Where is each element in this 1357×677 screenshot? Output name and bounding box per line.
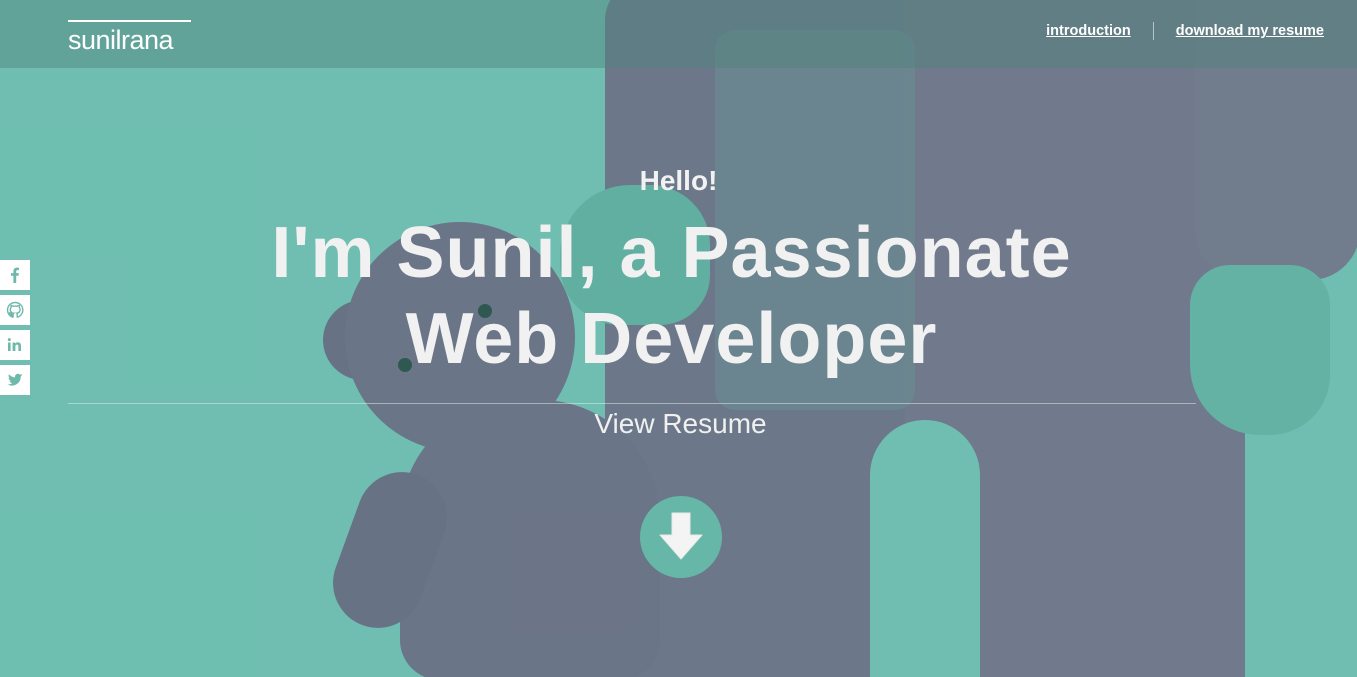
social-links: [0, 260, 30, 400]
nav-divider: [1152, 22, 1154, 40]
logo-last-name: rana: [121, 25, 174, 55]
linkedin-icon: [7, 338, 21, 351]
github-icon: [6, 301, 24, 318]
twitter-link[interactable]: [0, 365, 30, 395]
hero-headline-line-2: Web Developer: [405, 299, 938, 379]
main-nav: introduction download my resume: [1046, 22, 1324, 40]
facebook-link[interactable]: [0, 260, 30, 290]
facebook-icon: [11, 267, 19, 283]
view-resume-link[interactable]: View Resume: [0, 408, 1357, 440]
arrow-down-icon: [659, 512, 703, 560]
nav-download-resume-link[interactable]: download my resume: [1176, 23, 1324, 39]
site-header: sunilrana introduction download my resum…: [0, 0, 1357, 68]
github-link[interactable]: [0, 295, 30, 325]
twitter-icon: [7, 373, 23, 386]
hero-section: Hello! I'm Sunil, a Passionate Web Devel…: [0, 0, 1357, 677]
hero-greeting: Hello!: [639, 165, 718, 196]
hero-headline: I'm Sunil, a Passionate Web Developer: [0, 210, 1343, 382]
logo-first-name: sunil: [68, 25, 122, 55]
hero-divider: [68, 403, 1196, 404]
linkedin-link[interactable]: [0, 330, 30, 360]
scroll-down-button[interactable]: [640, 496, 722, 578]
logo[interactable]: sunilrana: [68, 20, 191, 54]
nav-introduction-link[interactable]: introduction: [1046, 23, 1131, 39]
hero-headline-line-1: I'm Sunil, a Passionate: [271, 213, 1072, 293]
